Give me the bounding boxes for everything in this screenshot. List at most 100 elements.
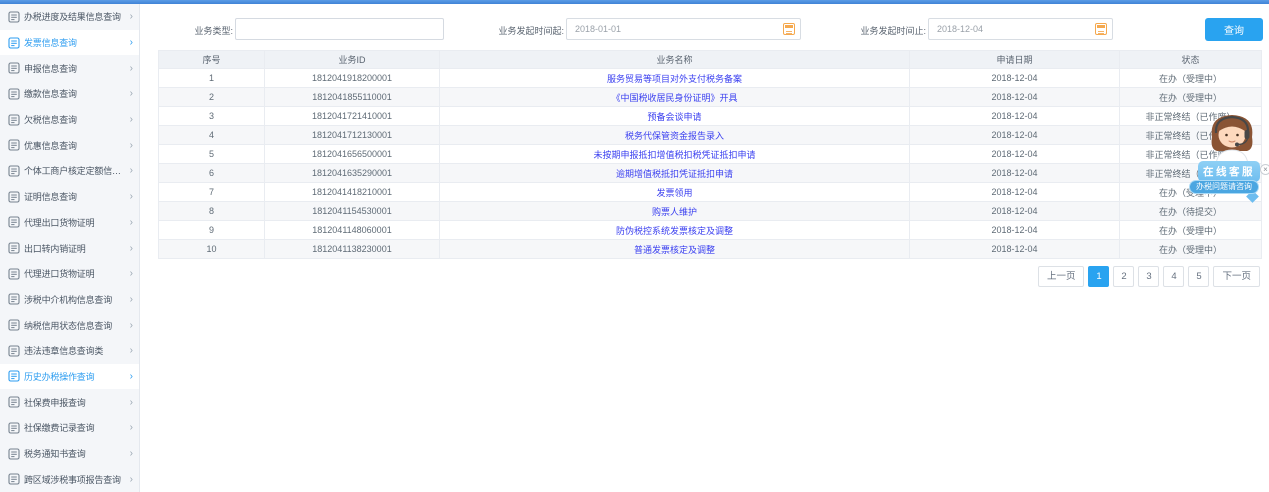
prev-page-button[interactable]: 上一页 bbox=[1038, 266, 1085, 287]
search-button[interactable]: 查询 bbox=[1205, 18, 1263, 41]
sidebar-item-10[interactable]: 代理进口货物证明 › bbox=[0, 261, 139, 287]
business-name-link[interactable]: 《中国税收居民身份证明》开具 bbox=[611, 93, 737, 103]
date-to-input[interactable]: 2018-12-04 bbox=[928, 18, 1113, 40]
cell-index: 8 bbox=[159, 202, 265, 221]
sidebar-item-label: 申报信息查询 bbox=[24, 62, 128, 75]
date-from-label: 业务发起时间起: bbox=[489, 24, 564, 37]
chevron-right-icon: › bbox=[130, 165, 133, 176]
chevron-right-icon: › bbox=[130, 320, 133, 331]
document-icon bbox=[8, 473, 20, 485]
document-icon bbox=[8, 345, 20, 357]
sidebar-item-3[interactable]: 缴款信息查询 › bbox=[0, 81, 139, 107]
date-from-input[interactable]: 2018-01-01 bbox=[566, 18, 801, 40]
sidebar-item-4[interactable]: 欠税信息查询 › bbox=[0, 107, 139, 133]
date-to-value: 2018-12-04 bbox=[937, 24, 983, 34]
business-name-link[interactable]: 购票人维护 bbox=[652, 207, 697, 217]
sidebar-item-label: 发票信息查询 bbox=[24, 36, 128, 49]
cell-apply-date: 2018-12-04 bbox=[910, 240, 1120, 259]
table-row: 5 1812041656500001 未按期申报抵扣增值税扣税凭证抵扣申请 20… bbox=[159, 145, 1262, 164]
results-table: 序号业务ID业务名称申请日期状态 1 1812041918200001 服务贸易… bbox=[158, 50, 1262, 259]
sidebar-item-16[interactable]: 社保缴费记录查询 › bbox=[0, 415, 139, 441]
sidebar-item-18[interactable]: 跨区域涉税事项报告查询 › bbox=[0, 466, 139, 492]
business-name-link[interactable]: 普通发票核定及调整 bbox=[634, 245, 715, 255]
cell-apply-date: 2018-12-04 bbox=[910, 221, 1120, 240]
cell-apply-date: 2018-12-04 bbox=[910, 126, 1120, 145]
sidebar-item-5[interactable]: 优惠信息查询 › bbox=[0, 132, 139, 158]
business-name-link[interactable]: 逾期增值税抵扣凭证抵扣申请 bbox=[616, 169, 733, 179]
chevron-right-icon: › bbox=[130, 448, 133, 459]
sidebar-item-11[interactable]: 涉税中介机构信息查询 › bbox=[0, 287, 139, 313]
sidebar-item-label: 纳税信用状态信息查询 bbox=[24, 319, 128, 332]
sidebar-item-17[interactable]: 税务通知书查询 › bbox=[0, 441, 139, 467]
chevron-right-icon: › bbox=[130, 294, 133, 305]
cell-business-id: 1812041918200001 bbox=[265, 69, 440, 88]
sidebar-item-0[interactable]: 办税进度及结果信息查询 › bbox=[0, 4, 139, 30]
page-button-4[interactable]: 4 bbox=[1163, 266, 1184, 287]
page-button-3[interactable]: 3 bbox=[1138, 266, 1159, 287]
business-name-link[interactable]: 发票领用 bbox=[656, 188, 692, 198]
business-name-link[interactable]: 未按期申报抵扣增值税扣税凭证抵扣申请 bbox=[593, 150, 755, 160]
sidebar-item-7[interactable]: 证明信息查询 › bbox=[0, 184, 139, 210]
document-icon bbox=[8, 114, 20, 126]
page-button-1[interactable]: 1 bbox=[1088, 266, 1109, 287]
sidebar-item-label: 税务通知书查询 bbox=[24, 447, 128, 460]
sidebar-item-2[interactable]: 申报信息查询 › bbox=[0, 55, 139, 81]
document-icon bbox=[8, 216, 20, 228]
document-icon bbox=[8, 448, 20, 460]
close-icon[interactable]: × bbox=[1260, 164, 1269, 175]
cell-business-id: 1812041635290001 bbox=[265, 164, 440, 183]
sidebar-item-label: 办税进度及结果信息查询 bbox=[24, 10, 128, 23]
sidebar-item-13[interactable]: 违法违章信息查询类 › bbox=[0, 338, 139, 364]
sidebar-item-9[interactable]: 出口转内销证明 › bbox=[0, 235, 139, 261]
table-row: 6 1812041635290001 逾期增值税抵扣凭证抵扣申请 2018-12… bbox=[159, 164, 1262, 183]
cell-index: 5 bbox=[159, 145, 265, 164]
sidebar-item-label: 代理出口货物证明 bbox=[24, 216, 128, 229]
sidebar-item-12[interactable]: 纳税信用状态信息查询 › bbox=[0, 312, 139, 338]
cell-status: 在办（待提交） bbox=[1120, 202, 1262, 221]
sidebar-item-label: 社保费申报查询 bbox=[24, 396, 128, 409]
sidebar-item-6[interactable]: 个体工商户核定定额信息查询 › bbox=[0, 158, 139, 184]
page-button-5[interactable]: 5 bbox=[1188, 266, 1209, 287]
chevron-right-icon: › bbox=[130, 140, 133, 151]
sidebar-item-label: 缴款信息查询 bbox=[24, 87, 128, 100]
sidebar-item-label: 优惠信息查询 bbox=[24, 139, 128, 152]
date-to-label: 业务发起时间止: bbox=[851, 24, 926, 37]
business-name-link[interactable]: 预备会谈申请 bbox=[647, 112, 701, 122]
sidebar-item-label: 涉税中介机构信息查询 bbox=[24, 293, 128, 306]
document-icon bbox=[8, 268, 20, 280]
sidebar-item-8[interactable]: 代理出口货物证明 › bbox=[0, 210, 139, 236]
chevron-right-icon: › bbox=[130, 397, 133, 408]
cell-index: 6 bbox=[159, 164, 265, 183]
document-icon bbox=[8, 37, 20, 49]
cell-business-id: 1812041656500001 bbox=[265, 145, 440, 164]
page-button-2[interactable]: 2 bbox=[1113, 266, 1134, 287]
cell-business-id: 1812041138230001 bbox=[265, 240, 440, 259]
sidebar-item-label: 社保缴费记录查询 bbox=[24, 421, 128, 434]
table-header-row: 序号业务ID业务名称申请日期状态 bbox=[159, 51, 1262, 69]
cell-apply-date: 2018-12-04 bbox=[910, 183, 1120, 202]
online-service-button[interactable]: 在线客服 bbox=[1198, 161, 1260, 182]
sidebar-item-14[interactable]: 历史办税操作查询 › bbox=[0, 364, 139, 390]
document-icon bbox=[8, 62, 20, 74]
online-service-label: 在线客服 bbox=[1203, 164, 1255, 179]
business-name-link[interactable]: 防伪税控系统发票核定及调整 bbox=[616, 226, 733, 236]
chevron-right-icon: › bbox=[130, 191, 133, 202]
column-header-0: 序号 bbox=[159, 51, 265, 69]
cell-index: 10 bbox=[159, 240, 265, 259]
date-from-value: 2018-01-01 bbox=[575, 24, 621, 34]
business-type-input[interactable] bbox=[235, 18, 444, 40]
business-name-link[interactable]: 税务代保管资金报告录入 bbox=[625, 131, 724, 141]
sidebar-item-1[interactable]: 发票信息查询 › bbox=[0, 30, 139, 56]
column-header-3: 申请日期 bbox=[910, 51, 1120, 69]
column-header-1: 业务ID bbox=[265, 51, 440, 69]
cell-apply-date: 2018-12-04 bbox=[910, 164, 1120, 183]
sidebar-item-15[interactable]: 社保费申报查询 › bbox=[0, 389, 139, 415]
cell-business-id: 1812041148060001 bbox=[265, 221, 440, 240]
sidebar-item-label: 证明信息查询 bbox=[24, 190, 128, 203]
cell-index: 3 bbox=[159, 107, 265, 126]
next-page-button[interactable]: 下一页 bbox=[1213, 266, 1260, 287]
business-name-link[interactable]: 服务贸易等项目对外支付税务备案 bbox=[607, 74, 742, 84]
calendar-icon[interactable] bbox=[783, 23, 795, 35]
calendar-icon[interactable] bbox=[1095, 23, 1107, 35]
cell-index: 1 bbox=[159, 69, 265, 88]
